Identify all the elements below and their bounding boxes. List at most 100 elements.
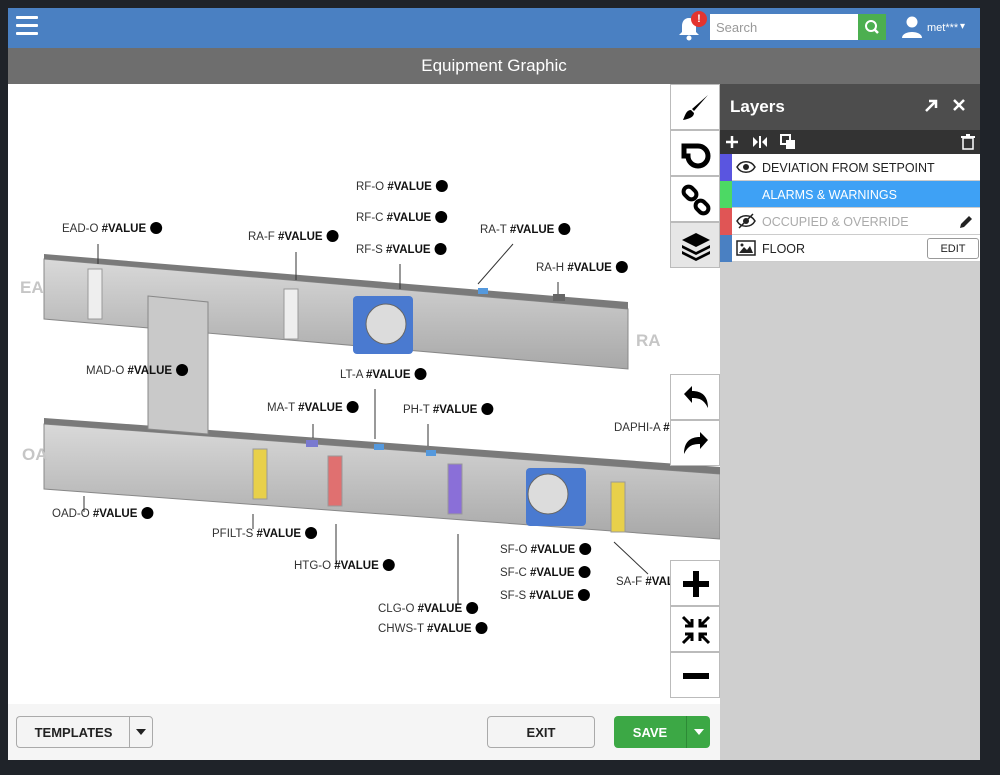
- layer-floor[interactable]: FLOOR EDIT: [720, 235, 980, 262]
- chevron-down-icon[interactable]: ▾: [960, 21, 965, 32]
- point-label-htg-o[interactable]: HTG-O #VALUE: [294, 559, 395, 572]
- point-text: SF-S #VALUE: [500, 590, 574, 602]
- zoom-out-icon: [683, 673, 709, 679]
- chevron-down-icon: [136, 729, 146, 735]
- point-label-ra-f[interactable]: RA-F #VALUE: [248, 230, 339, 243]
- redo-button[interactable]: [670, 420, 720, 466]
- point-text: PFILT-S #VALUE: [212, 528, 301, 540]
- zone-label-ra: RA: [636, 331, 661, 350]
- point-text: EAD-O #VALUE: [62, 223, 146, 235]
- trash-icon[interactable]: [960, 134, 976, 150]
- layers-header: Layers: [720, 84, 980, 130]
- layer-occupied-override[interactable]: OCCUPIED & OVERRIDE: [720, 208, 980, 235]
- layer-name: FLOOR: [762, 242, 806, 256]
- point-label-rf-s[interactable]: RF-S #VALUE: [356, 243, 447, 256]
- duplicate-icon[interactable]: [780, 134, 796, 150]
- search-icon: [865, 20, 879, 34]
- menu-icon[interactable]: [16, 16, 38, 38]
- notification-badge: !: [691, 11, 707, 27]
- status-dot: [150, 222, 163, 234]
- status-dot: [176, 364, 189, 376]
- user-icon[interactable]: [901, 15, 923, 39]
- point-label-lt-a[interactable]: LT-A #VALUE: [340, 368, 427, 381]
- final-filter: [610, 481, 626, 533]
- point-label-ead-o[interactable]: EAD-O #VALUE: [62, 222, 163, 235]
- layer-color-swatch: [720, 154, 732, 181]
- status-dot: [346, 401, 359, 413]
- close-icon[interactable]: [951, 97, 967, 113]
- point-label-rf-o[interactable]: RF-O #VALUE: [356, 180, 448, 193]
- zoom-in-button[interactable]: [670, 560, 720, 606]
- templates-dropdown-button[interactable]: [129, 716, 153, 748]
- point-label-ma-t[interactable]: MA-T #VALUE: [267, 401, 359, 414]
- layer-color-swatch: [720, 235, 732, 262]
- eye-slash-icon[interactable]: [736, 213, 756, 229]
- status-dot: [475, 622, 488, 634]
- exit-button[interactable]: EXIT: [487, 716, 595, 748]
- point-label-sf-o[interactable]: SF-O #VALUE: [500, 543, 592, 556]
- point-label-rf-c[interactable]: RF-C #VALUE: [356, 211, 448, 224]
- status-dot: [579, 543, 592, 555]
- undo-icon: [684, 386, 708, 408]
- point-text: CLG-O #VALUE: [378, 603, 462, 615]
- fit-button[interactable]: [670, 606, 720, 652]
- save-button[interactable]: SAVE: [614, 716, 686, 748]
- point-label-pfilt-s[interactable]: PFILT-S #VALUE: [212, 527, 318, 540]
- point-label-sf-c[interactable]: SF-C #VALUE: [500, 566, 591, 579]
- status-dot: [481, 403, 494, 415]
- search-button[interactable]: [858, 14, 886, 40]
- templates-button[interactable]: TEMPLATES: [16, 716, 130, 748]
- status-dot: [578, 566, 591, 578]
- pencil-icon[interactable]: [958, 214, 974, 230]
- point-label-sf-s[interactable]: SF-S #VALUE: [500, 589, 590, 602]
- layers-panel: Layers DEVIATION FROM SETPOINT ALARMS & …: [720, 84, 980, 760]
- image-icon: [736, 240, 756, 256]
- graphic-canvas[interactable]: EA OA RA EAD-O #VALUE RA-F #VALUE RF-O #…: [8, 84, 720, 704]
- add-layer-icon[interactable]: [724, 134, 740, 150]
- heating-coil: [327, 455, 343, 507]
- layer-name: DEVIATION FROM SETPOINT: [762, 161, 935, 175]
- point-label-chws-t[interactable]: CHWS-T #VALUE: [378, 622, 488, 635]
- ahu-diagram: EA OA RA EAD-O #VALUERA-F #VALUERF-O #VA…: [20, 180, 720, 635]
- status-dot: [435, 180, 448, 192]
- search-input[interactable]: [710, 14, 858, 40]
- undo-button[interactable]: [670, 374, 720, 420]
- return-humidity-sensor: [553, 294, 565, 301]
- link-tool[interactable]: [670, 176, 720, 222]
- point-text: LT-A #VALUE: [340, 369, 411, 381]
- layer-deviation-from-setpoint[interactable]: DEVIATION FROM SETPOINT: [720, 154, 980, 181]
- duct-icon: [681, 143, 711, 169]
- layer-alarms-warnings[interactable]: ALARMS & WARNINGS: [720, 181, 980, 208]
- save-dropdown-button[interactable]: [686, 716, 710, 748]
- point-label-daphi-a[interactable]: DAPHI-A #: [614, 422, 670, 434]
- bottom-bar: TEMPLATES EXIT SAVE: [8, 704, 720, 760]
- supply-fan-wheel: [527, 473, 569, 515]
- point-text: RF-O #VALUE: [356, 181, 432, 193]
- fit-icon: [681, 615, 711, 645]
- user-name[interactable]: met***: [927, 22, 958, 34]
- expand-icon[interactable]: [923, 98, 939, 114]
- duct-tool[interactable]: [670, 130, 720, 176]
- point-text: RA-F #VALUE: [248, 231, 323, 243]
- point-label-ra-t[interactable]: RA-T #VALUE: [480, 223, 571, 236]
- point-label-ph-t[interactable]: PH-T #VALUE: [403, 403, 494, 416]
- point-label-ra-h[interactable]: RA-H #VALUE: [536, 261, 628, 274]
- point-text: SF-O #VALUE: [500, 544, 576, 556]
- point-label-clg-o[interactable]: CLG-O #VALUE: [378, 602, 479, 615]
- eye-icon[interactable]: [736, 159, 756, 175]
- status-dot: [382, 559, 395, 571]
- point-text: RA-T #VALUE: [480, 224, 555, 236]
- low-temp-sensor: [374, 444, 384, 450]
- edit-layer-button[interactable]: EDIT: [927, 238, 979, 259]
- status-dot: [577, 589, 590, 601]
- point-label-oad-o[interactable]: OAD-O #VALUE: [52, 507, 154, 520]
- zone-label-oa: OA: [22, 445, 48, 464]
- layers-tool[interactable]: [670, 222, 720, 268]
- zoom-out-button[interactable]: [670, 652, 720, 698]
- layer-name[interactable]: OCCUPIED & OVERRIDE: [762, 215, 909, 229]
- return-filter: [283, 288, 299, 340]
- point-label-sa-f[interactable]: SA-F #VAL: [616, 576, 674, 588]
- flip-icon[interactable]: [752, 134, 768, 150]
- status-dot: [414, 368, 427, 380]
- paint-tool[interactable]: [670, 84, 720, 130]
